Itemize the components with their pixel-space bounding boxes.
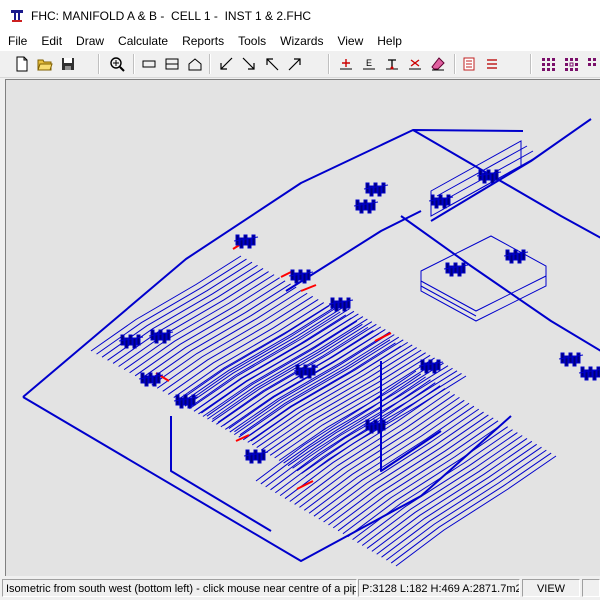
menu-calculate[interactable]: Calculate: [111, 34, 175, 48]
list-red-icon[interactable]: [482, 54, 502, 74]
report-red-icon[interactable]: [459, 54, 479, 74]
pipe-main-upper: [412, 129, 600, 239]
delete-pipe-icon[interactable]: [405, 54, 425, 74]
sprinkler-cluster: [363, 182, 389, 197]
sprinkler-cluster: [293, 364, 319, 379]
status-measure: P:3128 L:182 H:469 A:2871.7m2: [358, 579, 520, 597]
sprinkler-cluster: [148, 329, 174, 344]
pipe-branch-3: [430, 118, 592, 222]
pipe-line: [308, 402, 470, 514]
pipe-line: [275, 382, 436, 494]
menu-view[interactable]: View: [330, 34, 370, 48]
menu-bar: File Edit Draw Calculate Reports Tools W…: [0, 31, 600, 51]
status-extra: [582, 579, 600, 597]
drawing-canvas[interactable]: [5, 79, 600, 576]
arrow-down-right-icon[interactable]: [239, 54, 259, 74]
zoom-icon[interactable]: [107, 54, 127, 74]
menu-help[interactable]: Help: [370, 34, 409, 48]
arrow-up-left-icon[interactable]: [262, 54, 282, 74]
svg-text:E: E: [366, 58, 372, 68]
arrow-up-right-icon[interactable]: [285, 54, 305, 74]
house-icon[interactable]: [185, 54, 205, 74]
status-message: Isometric from south west (bottom left) …: [2, 579, 357, 597]
pipe-line: [279, 385, 441, 497]
pipe-right-run: [400, 215, 600, 352]
status-mode: VIEW: [522, 579, 580, 597]
menu-draw[interactable]: Draw: [69, 34, 111, 48]
sprinkler-icon[interactable]: [382, 54, 402, 74]
menu-reports[interactable]: Reports: [175, 34, 231, 48]
fhc-app-icon: [11, 9, 23, 22]
grid-extra-icon[interactable]: [584, 54, 600, 74]
elevation-icon[interactable]: E: [359, 54, 379, 74]
sprinkler-cluster: [243, 449, 269, 464]
sprinkler-cluster: [353, 199, 379, 214]
menu-file[interactable]: File: [0, 34, 34, 48]
status-bar: Isometric from south west (bottom left) …: [0, 577, 600, 600]
new-file-icon[interactable]: [12, 54, 32, 74]
sprinkler-cluster: [443, 262, 469, 277]
title-bar: FHC: MANIFOLD A & B - CELL 1 - INST 1 & …: [0, 0, 600, 31]
grid-select-icon[interactable]: [561, 54, 581, 74]
sprinkler-cluster: [558, 352, 584, 367]
sprinkler-cluster: [578, 366, 600, 381]
sprinkler-cluster: [118, 334, 144, 349]
grid-purple-icon[interactable]: [538, 54, 558, 74]
arrow-down-left-icon[interactable]: [216, 54, 236, 74]
open-folder-icon[interactable]: [35, 54, 55, 74]
menu-tools[interactable]: Tools: [231, 34, 273, 48]
add-node-icon[interactable]: [336, 54, 356, 74]
toolbar: E: [0, 51, 600, 78]
save-disk-icon[interactable]: [58, 54, 78, 74]
rectangle-icon[interactable]: [139, 54, 159, 74]
sprinkler-cluster: [363, 419, 389, 434]
sprinkler-cluster: [138, 372, 164, 387]
menu-wizards[interactable]: Wizards: [273, 34, 330, 48]
isometric-pipe-drawing[interactable]: [6, 80, 600, 576]
sprinkler-cluster: [503, 249, 529, 264]
window-title: FHC: MANIFOLD A & B - CELL 1 - INST 1 & …: [31, 8, 312, 23]
eraser-icon[interactable]: [428, 54, 448, 74]
box-icon[interactable]: [162, 54, 182, 74]
menu-edit[interactable]: Edit: [34, 34, 69, 48]
